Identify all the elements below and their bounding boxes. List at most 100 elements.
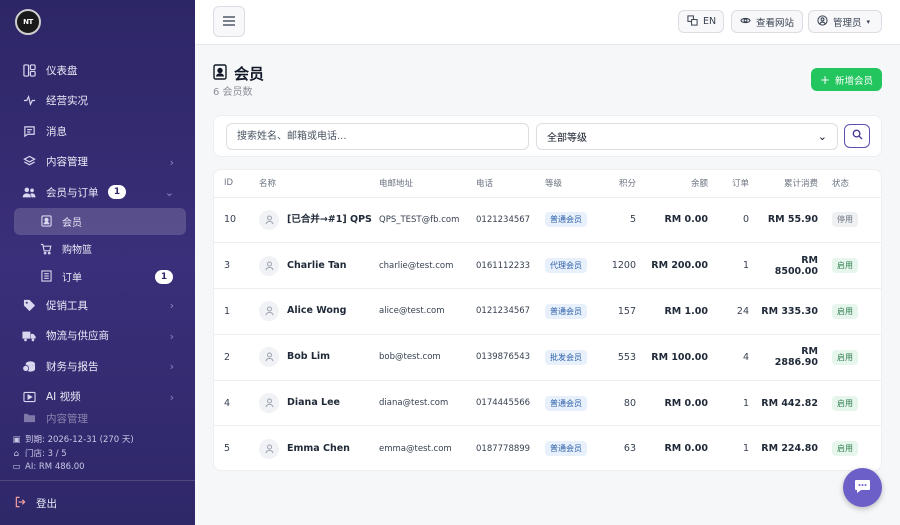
sidebar-item-label: 内容管理	[46, 412, 88, 425]
brand-logo[interactable]: NT	[15, 9, 41, 35]
logout-icon	[14, 496, 27, 511]
cell-spent: RM 55.90	[757, 197, 832, 244]
avatar	[259, 255, 279, 276]
chevron-right-icon: ›	[169, 329, 174, 343]
members-table-card: ID 名称 电邮地址 电话 等级 积分 余额 订单 累计消费 状态 10 [已合并…	[213, 169, 882, 471]
member-name[interactable]: Emma Chen	[287, 442, 350, 456]
search-button[interactable]	[844, 124, 870, 148]
level-badge: 普通会员	[545, 212, 587, 228]
sidebar-item-members-orders[interactable]: 会员与订单 1 ⌄	[14, 177, 186, 208]
cart-icon	[40, 243, 52, 255]
header-email[interactable]: 电邮地址	[379, 170, 476, 198]
header-id[interactable]: ID	[214, 170, 259, 198]
table-row[interactable]: 4 Diana Lee diana@test.com 0174445566 普通会员 80…	[214, 380, 881, 427]
logout-button[interactable]: 登出	[14, 496, 57, 511]
cell-spent: RM 335.30	[757, 288, 832, 335]
member-name[interactable]: Diana Lee	[287, 396, 340, 410]
cell-status: 启用	[832, 380, 881, 427]
cell-level: 普通会员	[545, 425, 605, 470]
sidebar-subitem-members[interactable]: 会员	[14, 207, 186, 235]
cell-id: 1	[214, 288, 259, 335]
cell-name: Alice Wong	[259, 288, 379, 335]
level-badge: 普通会员	[545, 441, 587, 457]
member-count: 6 会员数	[213, 87, 253, 98]
table-row[interactable]: 3 Charlie Tan charlie@test.com 0161112233 代理…	[214, 242, 881, 290]
cell-name: Diana Lee	[259, 380, 379, 427]
member-card-icon	[40, 215, 52, 227]
cell-phone: 0187778899	[476, 425, 545, 470]
header-points[interactable]: 积分	[605, 170, 648, 198]
avatar	[259, 301, 279, 322]
cell-spent: RM 2886.90	[757, 334, 832, 381]
sidebar-item-content-2[interactable]: 内容管理	[14, 412, 186, 424]
cell-level: 普通会员	[545, 197, 605, 244]
stores-text: 门店: 3 / 5	[25, 448, 67, 459]
search-input[interactable]	[226, 123, 529, 150]
chat-button[interactable]	[843, 468, 882, 507]
header-status[interactable]: 状态	[832, 170, 881, 198]
language-label: EN	[703, 16, 717, 27]
cell-email: emma@test.com	[379, 425, 476, 470]
avatar	[259, 209, 279, 230]
header-level[interactable]: 等级	[545, 170, 605, 198]
translate-icon	[687, 14, 698, 29]
cell-email: charlie@test.com	[379, 242, 476, 290]
cell-balance: RM 1.00	[648, 288, 722, 335]
header-orders[interactable]: 订单	[722, 170, 757, 198]
chevron-right-icon: ›	[169, 155, 174, 169]
sidebar-subitem-label: 订单	[62, 272, 82, 284]
sidebar-item-logistics[interactable]: 物流与供应商 ›	[14, 321, 186, 352]
subscription-info: ▣ 到期: 2026-12-31 (270 天) ⌂ 门店: 3 / 5 ▭ AI: …	[11, 434, 134, 475]
menu-toggle-button[interactable]	[213, 6, 245, 37]
cell-status: 启用	[832, 288, 881, 335]
member-name[interactable]: [已合并→#1] QPS	[287, 213, 372, 227]
member-name[interactable]: Alice Wong	[287, 304, 346, 318]
expiry-text: 到期: 2026-12-31 (270 天)	[25, 435, 134, 445]
sidebar-item-ai-video[interactable]: AI 视频 ›	[14, 382, 186, 413]
message-icon	[22, 124, 36, 138]
cell-phone: 0121234567	[476, 288, 545, 335]
cell-points: 63	[605, 425, 648, 470]
member-name[interactable]: Charlie Tan	[287, 259, 347, 273]
avatar	[259, 438, 279, 459]
logout-label: 登出	[36, 498, 57, 510]
language-button[interactable]: EN	[678, 10, 724, 33]
table-row[interactable]: 5 Emma Chen emma@test.com 0187778899 普通会员 63 R…	[214, 425, 881, 470]
sidebar-item-promotions[interactable]: 促销工具 ›	[14, 290, 186, 321]
sidebar-item-live[interactable]: 经营实况	[14, 86, 186, 117]
table-header-row: ID 名称 电邮地址 电话 等级 积分 余额 订单 累计消费 状态	[214, 170, 881, 198]
cell-phone: 0121234567	[476, 197, 545, 244]
folder-icon	[22, 412, 36, 424]
header-spent[interactable]: 累计消费	[757, 170, 832, 198]
header-balance[interactable]: 余额	[648, 170, 722, 198]
tag-icon	[22, 298, 36, 312]
sidebar-item-label: 物流与供应商	[46, 330, 109, 343]
member-name[interactable]: Bob Lim	[287, 350, 330, 364]
store-icon: ⌂	[13, 448, 20, 459]
table-row[interactable]: 1 Alice Wong alice@test.com 0121234567 普通会员 1…	[214, 288, 881, 335]
add-member-button[interactable]: + 新增会员	[811, 68, 882, 91]
cell-name: Charlie Tan	[259, 242, 379, 290]
pulse-icon	[22, 94, 36, 108]
table-row[interactable]: 2 Bob Lim bob@test.com 0139876543 批发会员 553 RM …	[214, 334, 881, 381]
sidebar-item-messages[interactable]: 消息	[14, 116, 186, 147]
sidebar-subitem-cart[interactable]: 购物篮	[14, 235, 186, 263]
level-badge: 代理会员	[545, 258, 587, 274]
level-select[interactable]: 全部等级 ⌄	[536, 123, 838, 150]
cell-id: 10	[214, 197, 259, 244]
header-name[interactable]: 名称	[259, 170, 379, 198]
cell-balance: RM 200.00	[648, 242, 722, 290]
sidebar-item-finance[interactable]: 财务与报告 ›	[14, 351, 186, 382]
admin-menu-button[interactable]: 管理员 ▾	[808, 10, 882, 33]
sidebar-item-dashboard[interactable]: 仪表盘	[14, 55, 186, 86]
filter-bar: 全部等级 ⌄	[213, 115, 882, 157]
cell-id: 5	[214, 425, 259, 470]
sidebar-subitem-orders[interactable]: 订单 1	[14, 263, 186, 291]
eye-icon	[740, 16, 751, 28]
sidebar-item-content[interactable]: 内容管理 ›	[14, 147, 186, 178]
level-select-value: 全部等级	[547, 133, 587, 144]
cell-id: 4	[214, 380, 259, 427]
header-phone[interactable]: 电话	[476, 170, 545, 198]
table-row[interactable]: 10 [已合并→#1] QPS QPS_TEST@fb.com 0121234567 普…	[214, 197, 881, 244]
view-site-button[interactable]: 查看网站	[731, 10, 803, 33]
